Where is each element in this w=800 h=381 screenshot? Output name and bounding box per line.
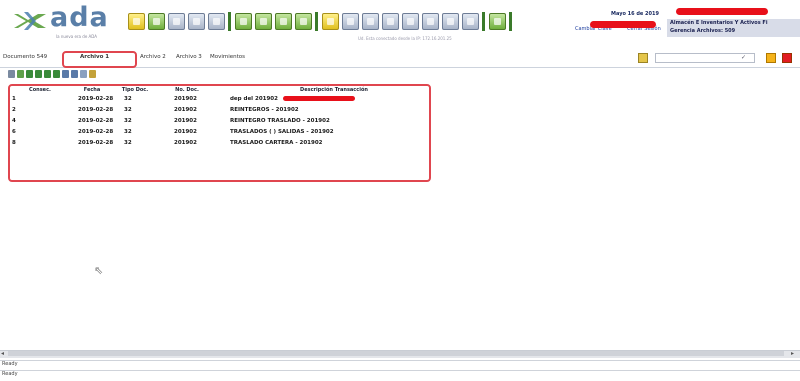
search-icon[interactable]: ✓ xyxy=(741,54,746,61)
folder-icon[interactable] xyxy=(128,13,145,30)
redaction-bar xyxy=(676,8,768,15)
first-page-icon[interactable] xyxy=(26,70,33,78)
minimize-icon[interactable] xyxy=(766,53,776,63)
find-icon[interactable] xyxy=(80,70,87,78)
close-icon[interactable] xyxy=(782,53,792,63)
search-input[interactable] xyxy=(655,53,755,63)
settings-icon[interactable] xyxy=(489,13,506,30)
save-icon[interactable] xyxy=(168,13,185,30)
help-icon[interactable] xyxy=(462,13,479,30)
new-row-icon[interactable] xyxy=(8,70,15,78)
divider xyxy=(0,370,800,371)
previous-page-icon[interactable] xyxy=(35,70,42,78)
last-page-icon[interactable] xyxy=(53,70,60,78)
next-record-icon[interactable] xyxy=(275,13,292,30)
status-text: Ready xyxy=(2,371,18,377)
tab-archivo-3[interactable]: Archivo 3 xyxy=(176,54,202,60)
logo-icon xyxy=(14,12,46,30)
divider xyxy=(0,360,800,361)
zoom-out-icon[interactable] xyxy=(71,70,78,78)
last-record-icon[interactable] xyxy=(295,13,312,30)
delete-icon[interactable] xyxy=(188,13,205,30)
connection-message: Ud. Esta conectado desde la IP: 172.16.2… xyxy=(358,36,452,41)
zoom-in-icon[interactable] xyxy=(62,70,69,78)
redaction-bar xyxy=(590,21,656,28)
toolbar-separator xyxy=(509,12,512,31)
toolbar-separator xyxy=(228,12,231,31)
mouse-cursor-icon: ⇖ xyxy=(94,264,104,277)
refresh-icon[interactable] xyxy=(17,70,24,78)
filter-icon[interactable] xyxy=(638,53,648,63)
edit-icon[interactable] xyxy=(148,13,165,30)
window-icon[interactable] xyxy=(362,13,379,30)
calculator-icon[interactable] xyxy=(442,13,459,30)
first-record-icon[interactable] xyxy=(235,13,252,30)
scroll-left-arrow-icon[interactable]: ◂ xyxy=(1,350,4,357)
export-excel-icon[interactable] xyxy=(89,70,96,78)
grid-icon[interactable] xyxy=(382,13,399,30)
user-archive: Gerencia Archivos: 509 xyxy=(670,28,736,34)
tab-movimientos[interactable]: Movimientos xyxy=(210,54,245,60)
logo-subtitle: la nueva era de ADA xyxy=(56,34,98,39)
tab-archivo-2[interactable]: Archivo 2 xyxy=(140,54,166,60)
user-department: Almacén E Inventarios Y Activos Fi xyxy=(670,20,768,26)
grid-highlight-box xyxy=(8,84,431,182)
lock-icon[interactable] xyxy=(322,13,339,30)
export-icon[interactable] xyxy=(422,13,439,30)
tab-documento[interactable]: Documento 549 xyxy=(3,54,47,60)
print-icon[interactable] xyxy=(208,13,225,30)
logo-text: ada xyxy=(50,2,109,33)
scrollbar-thumb[interactable] xyxy=(8,351,784,356)
next-page-icon[interactable] xyxy=(44,70,51,78)
report-icon[interactable] xyxy=(402,13,419,30)
previous-record-icon[interactable] xyxy=(255,13,272,30)
status-text: Ready xyxy=(2,361,18,367)
toolbar-separator xyxy=(482,12,485,31)
browser-icon[interactable] xyxy=(342,13,359,30)
scroll-right-arrow-icon[interactable]: ▸ xyxy=(791,350,794,357)
date-label: Mayo 16 de 2019 xyxy=(611,11,659,17)
active-tab-highlight xyxy=(62,51,137,68)
toolbar-separator xyxy=(315,12,318,31)
